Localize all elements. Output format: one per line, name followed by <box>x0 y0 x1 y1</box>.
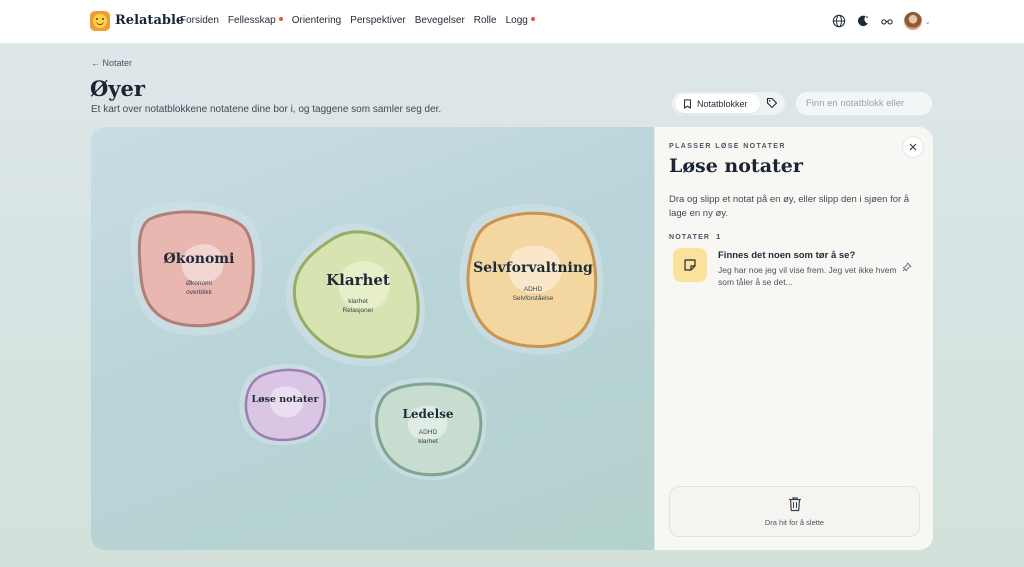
toggle-notebooks-label: Notatblokker <box>697 98 748 109</box>
tag: overblikk <box>186 289 212 296</box>
nav-item-rolle[interactable]: Rolle <box>474 15 497 26</box>
brand-name[interactable]: Relatable <box>115 13 184 28</box>
view-toggle: Notatblokker <box>671 91 786 116</box>
nav-item-bevegelser[interactable]: Bevegelser <box>415 15 465 26</box>
bookmark-icon <box>684 98 691 109</box>
nav-item-fellesskap[interactable]: Fellesskap <box>228 15 283 26</box>
note-icon <box>673 248 707 282</box>
tag: ADHD <box>523 286 543 293</box>
nav-item-perspektiver[interactable]: Perspektiver <box>350 15 406 26</box>
island-ledelse-tags: ADHD klarhet <box>369 428 487 446</box>
notes-count: 1 <box>716 234 722 241</box>
island-lose-notater-name: Løse notater <box>251 394 319 405</box>
island-klarhet-shape <box>285 223 425 367</box>
page-subtitle: Et kart over notatblokkene notatene dine… <box>91 104 442 115</box>
top-right-controls: ⌄ <box>822 12 931 30</box>
sticky-note-icon <box>684 259 696 271</box>
islands-map[interactable]: Økonomi Økonomi overblikk Klarhet klarhe… <box>91 127 654 550</box>
island-okonomi[interactable]: Økonomi Økonomi overblikk <box>130 201 263 337</box>
avatar[interactable] <box>904 12 923 30</box>
nav-item-forsiden[interactable]: Forsiden <box>180 15 219 26</box>
island-selvforvaltning-shape <box>459 203 604 355</box>
tag: Relasjoner <box>342 307 374 314</box>
nav-item-logg[interactable]: Logg <box>506 15 535 26</box>
notebook-search-input[interactable] <box>795 91 933 116</box>
island-okonomi-shape <box>130 201 263 336</box>
note-title: Finnes det noen som tør å se? <box>718 250 856 261</box>
pin-icon[interactable] <box>902 262 912 272</box>
back-to-notes-link[interactable]: ← Notater <box>91 58 132 68</box>
notification-dot <box>278 17 283 21</box>
island-selvforvaltning-name: Selvforvaltning <box>473 260 593 276</box>
notification-dot <box>530 17 535 21</box>
panel-title: Løse notater <box>669 155 803 177</box>
tag: Økonomi <box>185 280 212 287</box>
tag: ADHD <box>418 429 438 436</box>
glasses-icon[interactable] <box>880 14 894 28</box>
chevron-down-icon[interactable]: ⌄ <box>924 17 931 26</box>
island-selvforvaltning[interactable]: Selvforvaltning ADHD Selvforståelse <box>459 203 607 357</box>
note-preview: Jeg har noe jeg vil vise frem. Jeg vet i… <box>718 265 897 287</box>
island-lose-notater[interactable]: Løse notater <box>239 363 331 447</box>
globe-icon[interactable] <box>832 14 846 28</box>
relatable-logo-icon[interactable] <box>90 11 110 31</box>
loose-notes-panel: PLASSER LØSE NOTATER Løse notater Dra og… <box>654 127 933 550</box>
trash-icon <box>789 497 801 512</box>
tag: klarhet <box>348 298 368 305</box>
panel-description: Dra og slipp et notat på en øy, eller sl… <box>669 194 910 219</box>
island-lose-notater-shape <box>239 363 331 446</box>
island-klarhet-name: Klarhet <box>326 271 390 289</box>
island-klarhet-tags: klarhet Relasjoner <box>285 297 431 315</box>
notes-section-header: NOTATER 1 <box>669 234 721 241</box>
loose-note-card[interactable]: Finnes det noen som tør å se? Jeg har no… <box>669 245 919 293</box>
tag: Selvforståelse <box>512 295 554 302</box>
moon-icon[interactable] <box>856 14 870 28</box>
main-nav: Forsiden Fellesskap Orientering Perspekt… <box>180 15 544 26</box>
island-selvforvaltning-tags: ADHD Selvforståelse <box>459 285 607 303</box>
close-panel-button[interactable] <box>902 136 924 158</box>
tag: klarhet <box>418 438 438 445</box>
nav-item-orientering[interactable]: Orientering <box>292 15 341 26</box>
island-okonomi-name: Økonomi <box>163 251 235 267</box>
island-ledelse-name: Ledelse <box>402 407 454 421</box>
island-okonomi-tags: Økonomi overblikk <box>136 279 262 297</box>
page-title: Øyer <box>90 76 145 101</box>
notes-label: NOTATER <box>669 234 711 241</box>
island-ledelse[interactable]: Ledelse ADHD klarhet <box>369 377 487 482</box>
panel-kicker: PLASSER LØSE NOTATER <box>669 143 786 150</box>
delete-drop-zone[interactable]: Dra hit for å slette <box>669 486 920 537</box>
close-icon <box>909 143 917 151</box>
tag-icon[interactable] <box>766 97 778 109</box>
toggle-notebooks-button[interactable]: Notatblokker <box>675 94 760 113</box>
delete-drop-zone-label: Dra hit for å slette <box>764 518 825 527</box>
top-navigation-bar: Relatable Forsiden Fellesskap Orienterin… <box>0 0 1024 44</box>
island-klarhet[interactable]: Klarhet klarhet Relasjoner <box>285 222 431 370</box>
